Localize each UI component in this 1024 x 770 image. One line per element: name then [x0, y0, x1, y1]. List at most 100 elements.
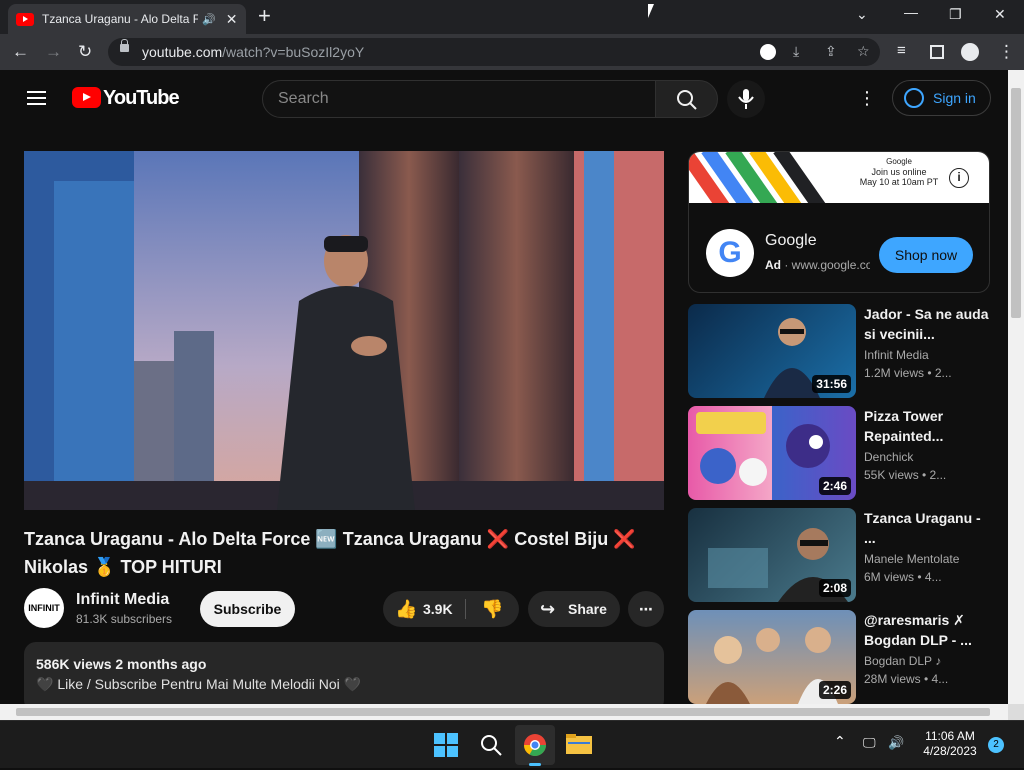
- description-text: 🖤 Like / Subscribe Pentru Mai Multe Melo…: [36, 676, 362, 692]
- banner-line-2: Join us online: [871, 167, 927, 177]
- close-tab-icon[interactable]: ✕: [226, 11, 238, 28]
- description-box[interactable]: 586K views 2 months ago 🖤 Like / Subscri…: [24, 642, 664, 712]
- recommendation-channel-name: Bogdan DLP: [864, 654, 932, 668]
- settings-more-icon[interactable]: ⋮: [858, 88, 876, 108]
- video-thumbnail[interactable]: 31:56: [688, 304, 856, 398]
- more-horizontal-icon: ⋯: [639, 601, 653, 617]
- recommendation-title[interactable]: @raresmaris ✗ Bogdan DLP - ...: [864, 610, 990, 650]
- microphone-icon: [738, 89, 754, 109]
- install-app-icon[interactable]: ⤓: [793, 43, 799, 60]
- youtube-logo-icon[interactable]: [72, 87, 101, 108]
- recommendation-channel[interactable]: Bogdan DLP ♪: [864, 654, 941, 668]
- sign-in-label: Sign in: [933, 90, 976, 106]
- reload-button[interactable]: ↻: [78, 42, 92, 62]
- thumbs-up-icon[interactable]: 👍: [395, 591, 417, 627]
- music-note-icon: ♪: [935, 654, 942, 668]
- recommendation-title[interactable]: Pizza Tower Repainted...: [864, 406, 990, 446]
- minimize-button[interactable]: —: [904, 4, 918, 20]
- windows-start-icon[interactable]: [434, 733, 458, 757]
- video-frame: [24, 151, 664, 510]
- advertiser-name: Google: [765, 232, 817, 249]
- recommendation-item[interactable]: 2:46 Pizza Tower Repainted... Denchick 5…: [688, 406, 998, 500]
- video-player[interactable]: [24, 151, 664, 510]
- address-bar[interactable]: youtube.com/watch?v=buSozIl2yoY ⤓ ⇪ ☆: [108, 38, 880, 66]
- horizontal-scrollbar[interactable]: [0, 704, 1008, 720]
- channel-avatar[interactable]: INFINIT: [24, 588, 64, 628]
- hamburger-menu-icon[interactable]: [27, 91, 46, 105]
- share-button[interactable]: ↪ Share: [528, 591, 620, 627]
- lock-icon[interactable]: [120, 39, 129, 52]
- chrome-icon: [524, 734, 546, 756]
- video-thumbnail[interactable]: 2:26: [688, 610, 856, 704]
- share-page-icon[interactable]: ⇪: [825, 43, 837, 60]
- media-control-icon[interactable]: ≡: [897, 42, 906, 59]
- ad-info-icon[interactable]: i: [949, 168, 969, 188]
- taskbar-search-icon[interactable]: [479, 733, 503, 757]
- thumbs-down-icon[interactable]: 👎: [481, 591, 503, 627]
- chevron-up-icon[interactable]: ⌃: [834, 733, 846, 750]
- tab-search-icon[interactable]: ⌄: [856, 6, 868, 23]
- speaker-icon[interactable]: 🔊: [202, 13, 216, 26]
- banner-text: Google Join us online May 10 at 10am PT: [854, 157, 944, 187]
- browser-toolbar: ← → ↻ youtube.com/watch?v=buSozIl2yoY ⤓ …: [0, 34, 1024, 70]
- windows-taskbar: ⌃ 🖵 🔊 11:06 AM 4/28/2023 2: [0, 720, 1024, 768]
- recommendation-channel[interactable]: Denchick: [864, 450, 913, 464]
- url-text: youtube.com/watch?v=buSozIl2yoY: [142, 44, 364, 60]
- bookmark-star-icon[interactable]: ☆: [857, 43, 870, 60]
- file-explorer-icon[interactable]: [566, 732, 592, 756]
- recommendation-channel[interactable]: Manele Mentolate: [864, 552, 959, 566]
- sidebar-ad[interactable]: Google Join us online May 10 at 10am PT …: [688, 151, 990, 293]
- video-thumbnail[interactable]: 2:46: [688, 406, 856, 500]
- system-clock[interactable]: 11:06 AM 4/28/2023: [922, 729, 978, 759]
- views-and-date: 586K views 2 months ago: [36, 656, 207, 672]
- forward-button[interactable]: →: [45, 42, 62, 62]
- recommendation-item[interactable]: 2:08 Tzanca Uraganu - ... Manele Mentola…: [688, 508, 998, 602]
- scrollbar-thumb[interactable]: [1011, 88, 1021, 318]
- ad-label: Ad: [765, 258, 781, 272]
- youtube-masthead: YouTube Search ⋮ Sign in: [0, 70, 1008, 126]
- network-icon[interactable]: 🖵: [863, 735, 876, 751]
- chrome-menu-icon[interactable]: ⋮: [998, 42, 1015, 62]
- close-window-button[interactable]: ✕: [994, 6, 1006, 23]
- voice-search-button[interactable]: [727, 80, 765, 118]
- taskbar-chrome-button[interactable]: [515, 725, 555, 766]
- more-actions-button[interactable]: ⋯: [628, 591, 664, 627]
- shop-now-button[interactable]: Shop now: [879, 237, 973, 273]
- search-button[interactable]: [655, 80, 718, 118]
- subscriber-count: 81.3K subscribers: [76, 612, 173, 626]
- volume-icon[interactable]: 🔊: [888, 735, 904, 751]
- browser-tab[interactable]: Tzanca Uraganu - Alo Delta F 🔊 ✕: [8, 4, 246, 34]
- url-path: /watch?v=buSozIl2yoY: [222, 44, 365, 60]
- video-duration: 2:46: [818, 477, 851, 495]
- video-duration: 31:56: [812, 375, 851, 393]
- restore-button[interactable]: ❐: [949, 6, 962, 23]
- video-title: Tzanca Uraganu - Alo Delta Force 🆕 Tzanc…: [24, 529, 636, 577]
- back-button[interactable]: ←: [12, 42, 29, 62]
- recommendation-views: 55K views • 2...: [864, 468, 947, 482]
- recommendation-item[interactable]: 31:56 Jador - Sa ne auda si vecinii... I…: [688, 304, 998, 398]
- subscribe-button[interactable]: Subscribe: [200, 591, 295, 627]
- clock-time: 11:06 AM: [925, 729, 975, 743]
- video-thumbnail[interactable]: 2:08: [688, 508, 856, 602]
- google-lens-icon[interactable]: [760, 44, 776, 60]
- notification-badge[interactable]: 2: [988, 737, 1004, 753]
- like-count[interactable]: 3.9K: [423, 591, 453, 627]
- recommendation-views: 28M views • 4...: [864, 672, 949, 686]
- recommendation-channel[interactable]: Infinit Media: [864, 348, 929, 362]
- ad-url: Ad · www.google.com: [765, 258, 870, 272]
- video-duration: 2:08: [818, 579, 851, 597]
- vertical-scrollbar[interactable]: [1008, 70, 1024, 704]
- recommendation-item[interactable]: 2:26 @raresmaris ✗ Bogdan DLP - ... Bogd…: [688, 610, 998, 704]
- new-tab-button[interactable]: +: [258, 4, 271, 28]
- search-input[interactable]: Search: [262, 80, 656, 118]
- scrollbar-thumb[interactable]: [16, 708, 990, 716]
- channel-name[interactable]: Infinit Media: [76, 591, 169, 609]
- recommendation-title[interactable]: Tzanca Uraganu - ...: [864, 508, 990, 548]
- ad-banner[interactable]: Google Join us online May 10 at 10am PT …: [689, 152, 989, 203]
- profile-icon[interactable]: [961, 43, 979, 61]
- sign-in-button[interactable]: Sign in: [892, 80, 991, 116]
- recommendation-title[interactable]: Jador - Sa ne auda si vecinii...: [864, 304, 990, 344]
- search-icon: [677, 90, 697, 110]
- youtube-logo-text[interactable]: YouTube: [103, 87, 180, 110]
- side-panel-icon[interactable]: [930, 45, 944, 59]
